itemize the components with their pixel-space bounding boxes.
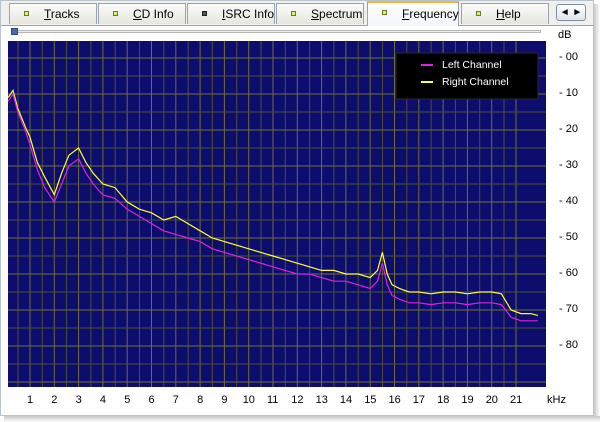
x-tick-label: 19 (461, 394, 474, 406)
tab-tracks[interactable]: Tracks (9, 3, 97, 24)
y-tick-label: - 10 (559, 87, 578, 99)
x-tick-label: 18 (437, 394, 450, 406)
x-tick-label: 10 (242, 394, 255, 406)
status-led-icon (24, 11, 29, 16)
status-led-icon (382, 10, 387, 15)
x-tick-label: 11 (267, 394, 279, 406)
x-tick-label: 6 (148, 394, 155, 406)
x-tick-label: 20 (485, 394, 498, 406)
tab-cd-info[interactable]: CD Info (98, 3, 186, 24)
x-tick-label: 14 (339, 394, 353, 406)
legend-label: Right Channel (442, 76, 509, 88)
status-led-icon (202, 11, 207, 16)
status-led-icon (291, 11, 296, 16)
tab-label: Tracks (44, 7, 80, 21)
tab-spectrum[interactable]: Spectrum (276, 3, 364, 24)
x-tick-label: 3 (75, 394, 82, 406)
legend-label: Left Channel (442, 59, 502, 71)
tab-label: ISRC Info (222, 7, 275, 21)
x-tick-label: 13 (315, 394, 328, 406)
tab-label: CD Info (133, 7, 174, 21)
status-led-icon (113, 11, 118, 16)
tab-label: Spectrum (311, 7, 363, 21)
x-tick-label: 9 (221, 394, 228, 406)
tab-label: Frequency (402, 7, 459, 21)
frequency-plot: Left Channel Right Channel (8, 41, 546, 387)
y-tick-label: - 00 (559, 51, 578, 63)
tab-label: Help (496, 7, 521, 21)
y-tick-label: - 40 (559, 195, 578, 207)
x-tick-label: 16 (388, 394, 401, 406)
y-axis-unit: dB (558, 29, 572, 41)
x-tick-label: 8 (197, 394, 204, 406)
x-tick-label: 4 (99, 394, 107, 406)
tab-bar: Tracks CD Info ISRC Info Spectrum Frequency H… (1, 1, 593, 26)
y-tick-label: - 20 (559, 123, 578, 135)
x-tick-label: 12 (291, 394, 304, 406)
x-tick-label: 5 (124, 394, 131, 406)
tab-help[interactable]: Help (461, 3, 549, 24)
chart-legend: Left Channel Right Channel (395, 52, 539, 100)
y-tick-label: - 80 (559, 339, 578, 351)
position-slider[interactable] (11, 30, 541, 33)
x-axis-unit: kHz (547, 394, 566, 406)
y-tick-label: - 70 (559, 303, 578, 315)
frequency-chart: Left Channel Right Channel (8, 41, 546, 387)
x-tick-label: 2 (51, 394, 58, 406)
x-tick-label: 21 (510, 394, 523, 406)
x-tick-label: 7 (172, 394, 179, 406)
x-tick-label: 1 (27, 394, 34, 406)
tab-scroll-button[interactable]: ◄ ► (556, 4, 586, 21)
x-tick-label: 17 (412, 394, 426, 406)
app-window: Tracks CD Info ISRC Info Spectrum Frequency H… (0, 0, 594, 416)
y-tick-label: - 60 (559, 267, 578, 279)
slider-thumb[interactable] (11, 28, 18, 35)
status-led-icon (476, 11, 481, 16)
x-tick-label: 15 (364, 394, 377, 406)
y-tick-label: - 30 (559, 159, 578, 171)
y-tick-label: - 50 (559, 231, 578, 243)
tab-isrc-info[interactable]: ISRC Info (187, 3, 275, 24)
tab-frequency[interactable]: Frequency (367, 1, 459, 26)
